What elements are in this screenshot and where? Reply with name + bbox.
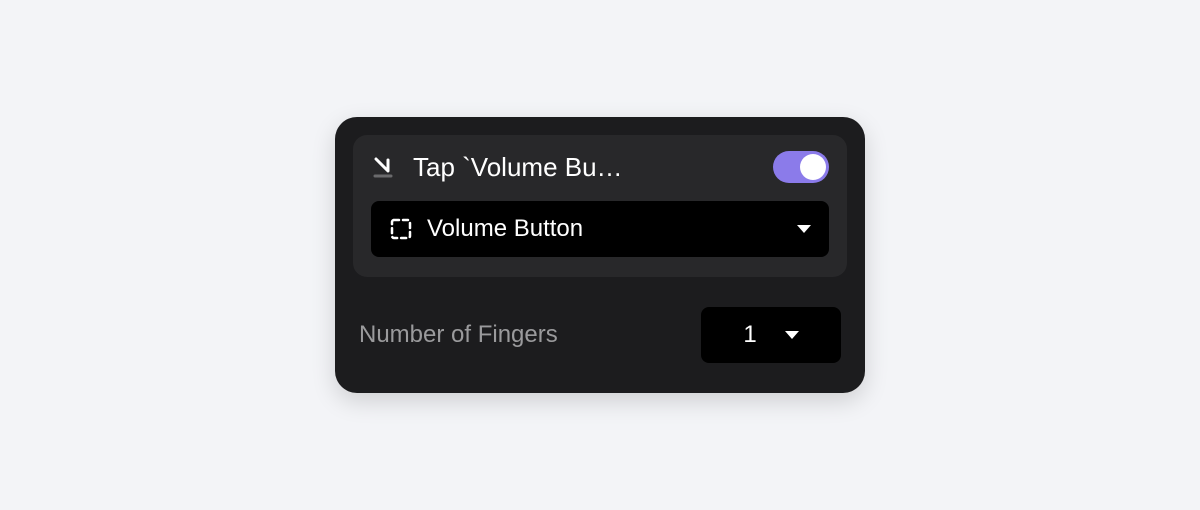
chevron-down-icon [785,331,799,339]
toggle-knob [800,154,826,180]
selected-element-label: Volume Button [427,215,783,243]
fingers-setting-row: Number of Fingers 1 [353,277,847,375]
action-header-row: Tap `Volume Bu… [371,151,829,183]
fingers-count-value: 1 [743,321,756,349]
tap-arrow-icon [371,153,399,181]
element-bounds-icon [389,217,413,241]
target-element-dropdown[interactable]: Volume Button [371,201,829,257]
action-title: Tap `Volume Bu… [413,152,759,183]
chevron-down-icon [797,225,811,233]
fingers-setting-label: Number of Fingers [359,321,558,349]
fingers-count-dropdown[interactable]: 1 [701,307,841,363]
action-header-section: Tap `Volume Bu… Volume Button [353,135,847,277]
tap-action-card: Tap `Volume Bu… Volume Button Number of … [335,117,865,393]
action-enabled-toggle[interactable] [773,151,829,183]
